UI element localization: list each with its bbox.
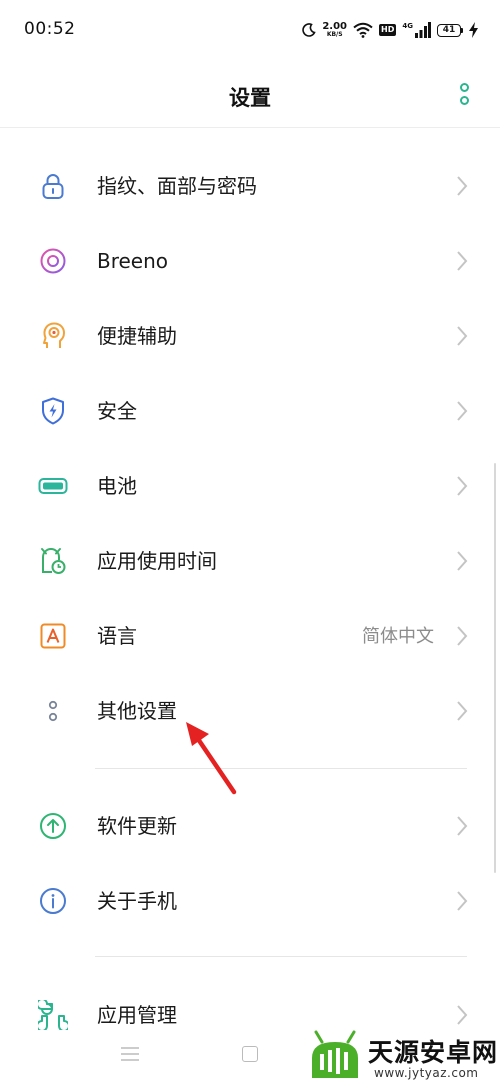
charging-icon xyxy=(469,22,478,38)
settings-item-label: 软件更新 xyxy=(97,814,177,838)
watermark-logo-icon xyxy=(312,1030,358,1078)
settings-item-label: Breeno xyxy=(97,249,169,273)
home-button-icon[interactable] xyxy=(242,1046,258,1062)
page-title: 设置 xyxy=(229,86,271,110)
chevron-right-icon xyxy=(457,476,468,496)
chevron-right-icon xyxy=(457,626,468,646)
chevron-right-icon xyxy=(457,326,468,346)
status-icons: 2.00 KB/S HD 4G 41 xyxy=(302,18,478,42)
chevron-right-icon xyxy=(457,816,468,836)
hd-badge: HD xyxy=(379,24,397,36)
settings-item-breeno[interactable]: Breeno xyxy=(0,224,500,298)
more-vertical-icon xyxy=(459,83,469,92)
lock-icon xyxy=(42,174,64,199)
settings-item-label: 便捷辅助 xyxy=(97,324,177,348)
header-divider xyxy=(0,127,500,128)
chevron-right-icon xyxy=(457,701,468,721)
chevron-right-icon xyxy=(457,251,468,271)
watermark: 天源安卓网 www.jytyaz.com xyxy=(306,1028,500,1084)
language-value: 简体中文 xyxy=(362,626,434,647)
settings-item-label: 指纹、面部与密码 xyxy=(97,174,257,198)
status-bar: 00:52 2.00 KB/S HD 4G 41 xyxy=(0,0,500,60)
settings-item-security[interactable]: 安全 xyxy=(0,374,500,448)
app-management-icon xyxy=(38,1000,68,1030)
section-divider xyxy=(95,956,467,957)
signal-icon xyxy=(415,22,431,38)
update-icon xyxy=(40,813,66,839)
settings-item-battery[interactable]: 电池 xyxy=(0,449,500,523)
battery-tip xyxy=(461,27,463,33)
network-type: 4G xyxy=(402,21,413,30)
battery-icon xyxy=(38,478,68,494)
scrollbar[interactable] xyxy=(494,463,496,873)
settings-item-other-settings[interactable]: 其他设置 xyxy=(0,674,500,748)
battery-indicator: 41 xyxy=(437,23,463,37)
shield-icon xyxy=(42,397,64,425)
info-icon xyxy=(40,888,66,914)
watermark-brand: 天源安卓网 xyxy=(368,1038,499,1067)
settings-item-label: 关于手机 xyxy=(97,889,177,913)
breeno-icon xyxy=(40,248,66,274)
app-header: 设置 xyxy=(0,60,500,128)
settings-item-label: 应用管理 xyxy=(97,1003,177,1027)
section-divider xyxy=(95,768,467,769)
settings-item-fingerprint-face-password[interactable]: 指纹、面部与密码 xyxy=(0,149,500,223)
settings-item-label: 电池 xyxy=(97,474,137,498)
recent-apps-icon[interactable] xyxy=(120,1046,140,1062)
other-settings-icon xyxy=(48,700,58,722)
settings-item-software-update[interactable]: 软件更新 xyxy=(0,789,500,863)
status-time: 00:52 xyxy=(24,19,76,39)
more-options-button[interactable] xyxy=(454,80,474,108)
language-icon xyxy=(40,623,66,649)
app-timer-icon xyxy=(41,548,66,574)
chevron-right-icon xyxy=(457,401,468,421)
settings-item-app-usage-time[interactable]: 应用使用时间 xyxy=(0,524,500,598)
settings-item-label: 安全 xyxy=(97,399,137,423)
network-speed-unit: KB/S xyxy=(326,31,343,38)
moon-icon xyxy=(302,23,317,37)
settings-item-label: 其他设置 xyxy=(97,699,177,723)
chevron-right-icon xyxy=(457,1005,468,1025)
settings-item-convenience-assist[interactable]: 便捷辅助 xyxy=(0,299,500,373)
settings-item-language[interactable]: 语言 简体中文 xyxy=(0,599,500,673)
network-speed: 2.00 KB/S xyxy=(322,22,347,38)
chevron-right-icon xyxy=(457,891,468,911)
wifi-icon xyxy=(353,22,373,38)
settings-item-label: 语言 xyxy=(97,624,137,648)
battery-level: 41 xyxy=(437,23,461,37)
chevron-right-icon xyxy=(457,176,468,196)
more-dot xyxy=(459,96,469,105)
settings-item-about-phone[interactable]: 关于手机 xyxy=(0,864,500,938)
assist-icon xyxy=(43,322,65,348)
settings-item-label: 应用使用时间 xyxy=(97,549,217,573)
watermark-site: www.jytyaz.com xyxy=(374,1066,479,1080)
chevron-right-icon xyxy=(457,551,468,571)
